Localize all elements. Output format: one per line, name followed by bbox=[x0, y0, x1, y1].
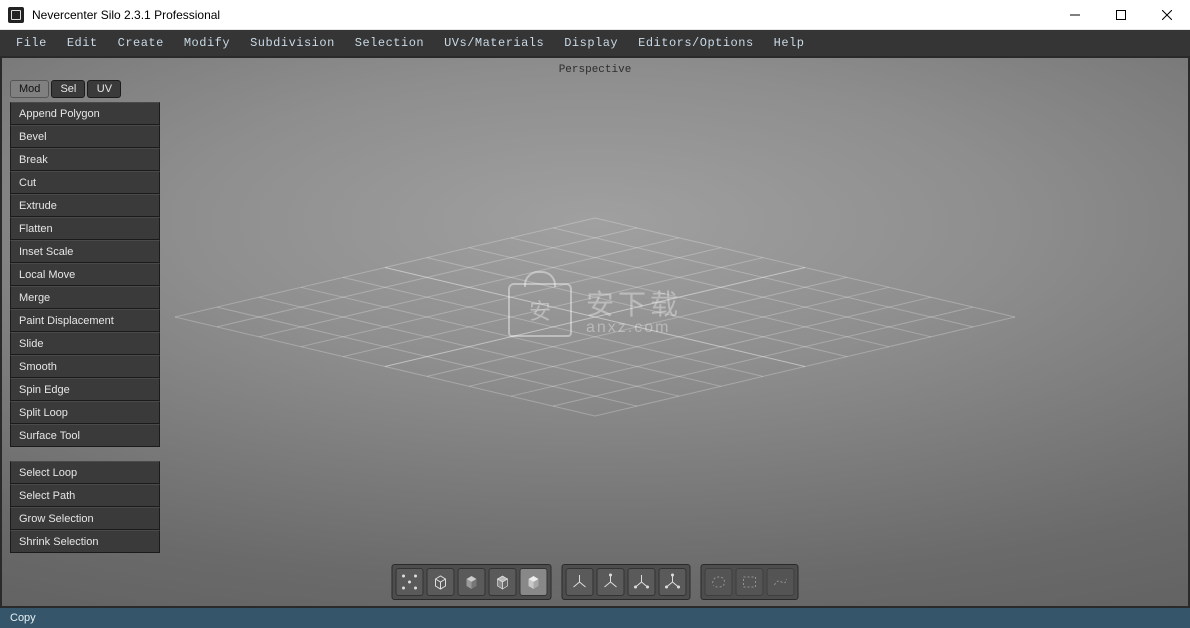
tool-inset-scale[interactable]: Inset Scale bbox=[10, 240, 160, 263]
viewport-container: Perspective 安下载 anxz.com Mod Sel UV Appe… bbox=[0, 56, 1190, 608]
axis-vertex-icon[interactable] bbox=[597, 568, 625, 596]
select-box-icon[interactable] bbox=[736, 568, 764, 596]
tab-mod[interactable]: Mod bbox=[10, 80, 49, 98]
tool-spin-edge[interactable]: Spin Edge bbox=[10, 378, 160, 401]
titlebar: Nevercenter Silo 2.3.1 Professional bbox=[0, 0, 1190, 30]
tool-paint-displacement[interactable]: Paint Displacement bbox=[10, 309, 160, 332]
tool-list-1: Append Polygon Bevel Break Cut Extrude F… bbox=[10, 102, 160, 447]
cube-outline-icon[interactable] bbox=[427, 568, 455, 596]
menu-selection[interactable]: Selection bbox=[345, 30, 434, 56]
tool-slide[interactable]: Slide bbox=[10, 332, 160, 355]
viewport-label: Perspective bbox=[559, 64, 632, 76]
selection-mode-group bbox=[701, 564, 799, 600]
tool-bevel[interactable]: Bevel bbox=[10, 125, 160, 148]
tool-merge[interactable]: Merge bbox=[10, 286, 160, 309]
viewport[interactable]: Perspective 安下载 anxz.com Mod Sel UV Appe… bbox=[0, 56, 1190, 608]
close-button[interactable] bbox=[1144, 0, 1190, 30]
status-text: Copy bbox=[10, 612, 36, 624]
tab-uv[interactable]: UV bbox=[87, 80, 121, 98]
tool-surface-tool[interactable]: Surface Tool bbox=[10, 424, 160, 447]
select-paint-icon[interactable] bbox=[767, 568, 795, 596]
vertex-mode-icon[interactable] bbox=[396, 568, 424, 596]
menu-create[interactable]: Create bbox=[108, 30, 174, 56]
menubar: File Edit Create Modify Subdivision Sele… bbox=[0, 30, 1190, 56]
menu-editors-options[interactable]: Editors/Options bbox=[628, 30, 764, 56]
bottom-toolbar bbox=[392, 564, 799, 600]
window-title: Nevercenter Silo 2.3.1 Professional bbox=[32, 8, 220, 22]
cube-wire-shaded-icon[interactable] bbox=[489, 568, 517, 596]
tool-smooth[interactable]: Smooth bbox=[10, 355, 160, 378]
tool-flatten[interactable]: Flatten bbox=[10, 217, 160, 240]
minimize-button[interactable] bbox=[1052, 0, 1098, 30]
tool-select-loop[interactable]: Select Loop bbox=[10, 461, 160, 484]
tool-break[interactable]: Break bbox=[10, 148, 160, 171]
tool-split-loop[interactable]: Split Loop bbox=[10, 401, 160, 424]
tab-sel[interactable]: Sel bbox=[51, 80, 85, 98]
axis-face-icon[interactable] bbox=[659, 568, 687, 596]
axis-object-icon[interactable] bbox=[566, 568, 594, 596]
tool-extrude[interactable]: Extrude bbox=[10, 194, 160, 217]
menu-subdivision[interactable]: Subdivision bbox=[240, 30, 345, 56]
tool-append-polygon[interactable]: Append Polygon bbox=[10, 102, 160, 125]
tool-list-2: Select Loop Select Path Grow Selection S… bbox=[10, 461, 160, 553]
component-mode-group bbox=[562, 564, 691, 600]
cube-shaded-icon[interactable] bbox=[458, 568, 486, 596]
cube-solid-icon[interactable] bbox=[520, 568, 548, 596]
tool-local-move[interactable]: Local Move bbox=[10, 263, 160, 286]
select-lasso-icon[interactable] bbox=[705, 568, 733, 596]
app-icon bbox=[8, 7, 24, 23]
statusbar: Copy bbox=[0, 608, 1190, 628]
tool-cut[interactable]: Cut bbox=[10, 171, 160, 194]
tool-grow-selection[interactable]: Grow Selection bbox=[10, 507, 160, 530]
side-panel: Mod Sel UV Append Polygon Bevel Break Cu… bbox=[10, 80, 160, 553]
axis-edge-icon[interactable] bbox=[628, 568, 656, 596]
tool-shrink-selection[interactable]: Shrink Selection bbox=[10, 530, 160, 553]
menu-file[interactable]: File bbox=[6, 30, 57, 56]
maximize-button[interactable] bbox=[1098, 0, 1144, 30]
side-tabs: Mod Sel UV bbox=[10, 80, 160, 98]
menu-edit[interactable]: Edit bbox=[57, 30, 108, 56]
menu-help[interactable]: Help bbox=[764, 30, 815, 56]
menu-display[interactable]: Display bbox=[554, 30, 628, 56]
ground-grid bbox=[145, 117, 1045, 547]
menu-modify[interactable]: Modify bbox=[174, 30, 240, 56]
tool-select-path[interactable]: Select Path bbox=[10, 484, 160, 507]
menu-uvs-materials[interactable]: UVs/Materials bbox=[434, 30, 554, 56]
display-mode-group bbox=[392, 564, 552, 600]
